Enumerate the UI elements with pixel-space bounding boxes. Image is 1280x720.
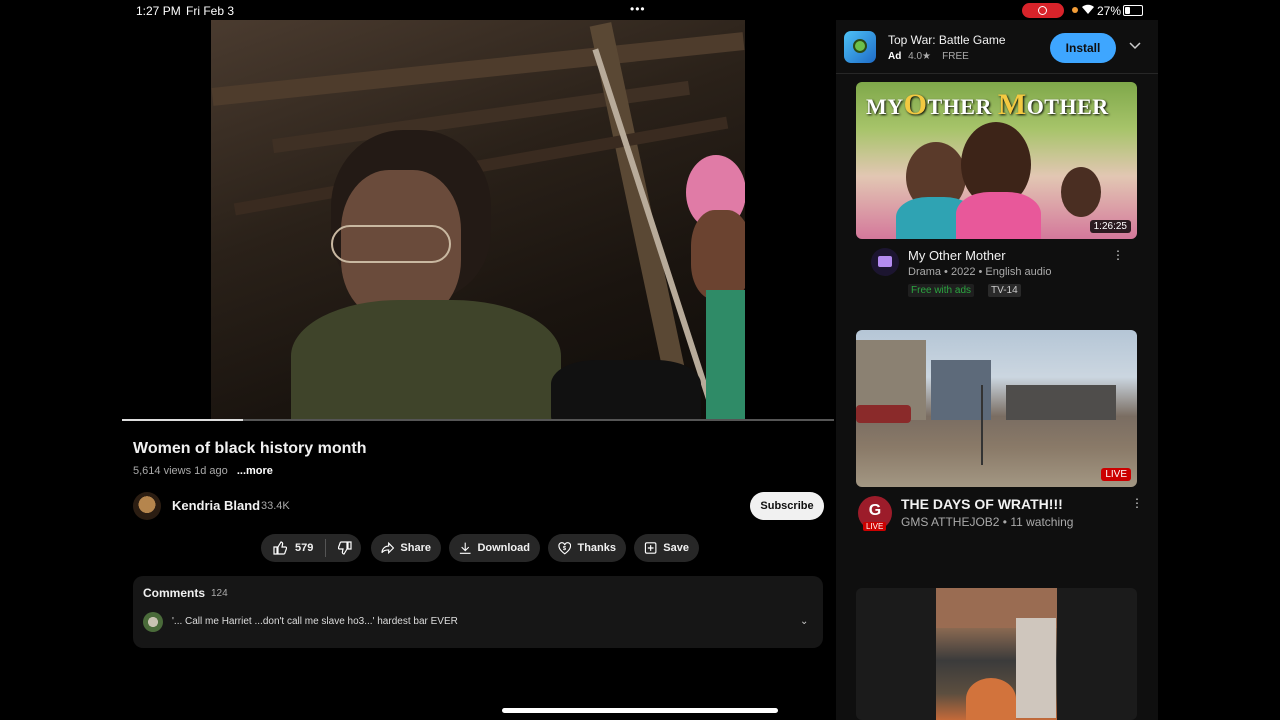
person-figure [1016, 618, 1056, 718]
save-button[interactable]: Save [634, 534, 699, 562]
ad-app-icon[interactable] [844, 31, 876, 63]
ad-price: FREE [942, 51, 969, 62]
person-figure [1061, 167, 1101, 217]
battery-percent: 27% [1097, 4, 1122, 18]
rec-video-meta: GMS ATTHEJOB2 • 11 watching [901, 515, 1074, 529]
divider [836, 73, 1158, 74]
subscriber-count: 33.4K [261, 500, 290, 512]
thanks-heart-icon: $ [558, 542, 572, 555]
status-time: 1:27 PM [136, 4, 181, 18]
comments-title: Comments [143, 586, 206, 600]
video-duration: 1:26:25 [1089, 220, 1131, 233]
screen-recording-icon[interactable] [1022, 3, 1064, 18]
save-label: Save [663, 542, 689, 554]
live-badge: LIVE [1101, 468, 1131, 481]
dislike-button[interactable] [338, 541, 352, 555]
person-figure [956, 192, 1041, 239]
save-playlist-icon [644, 542, 657, 554]
views-and-age: 5,614 views 1d ago [133, 465, 228, 477]
thumbs-up-icon [273, 541, 287, 555]
share-icon [381, 541, 395, 555]
download-icon [459, 542, 471, 554]
battery-icon [1123, 5, 1143, 16]
thumb-text: M [997, 88, 1027, 121]
comments-section[interactable] [133, 576, 823, 648]
multitasking-dots-icon[interactable]: ••• [630, 2, 646, 16]
download-button[interactable]: Download [449, 534, 540, 562]
video-meta[interactable]: 5,614 views 1d ago ...more [133, 465, 273, 477]
channel-name[interactable]: Kendria Bland [172, 498, 260, 513]
more-link[interactable]: ...more [237, 465, 273, 477]
channel-avatar[interactable] [133, 492, 161, 520]
thumbs-down-icon [338, 541, 352, 555]
rec-video-meta: Drama • 2022 • English audio [908, 266, 1052, 278]
thumbnail-title-art: MYOTHER MOTHER [866, 88, 1109, 122]
thumb-text: MY [866, 94, 904, 119]
video-title: Women of black history month [133, 440, 367, 457]
comments-count: 124 [211, 588, 228, 599]
ad-rating: 4.0★ [908, 51, 931, 62]
status-bar: 1:27 PM Fri Feb 3 ••• 27% [0, 0, 1280, 20]
ad-title[interactable]: Top War: Battle Game [888, 33, 1006, 47]
subscribe-button[interactable]: Subscribe [750, 492, 824, 520]
top-comment-text: '... Call me Harriet ...don't call me sl… [172, 616, 458, 627]
wifi-icon [1081, 3, 1095, 18]
ad-meta: Ad 4.0★ FREE [888, 51, 969, 62]
car [856, 405, 911, 423]
thumb-text: THER [927, 94, 998, 119]
thanks-button[interactable]: $ Thanks [548, 534, 626, 562]
chevron-down-icon[interactable] [1129, 39, 1141, 53]
person-figure [966, 678, 1016, 720]
more-vert-icon[interactable]: ⋮ [1131, 496, 1143, 510]
like-dislike-group: 579 [261, 534, 361, 562]
more-vert-icon[interactable]: ⋮ [1112, 248, 1124, 262]
commenter-avatar [143, 612, 163, 632]
install-button[interactable]: Install [1050, 33, 1116, 63]
like-button[interactable]: 579 [273, 541, 313, 555]
video-player[interactable] [211, 20, 745, 420]
svg-text:$: $ [563, 546, 567, 552]
video-thumbnail[interactable]: LIVE [856, 330, 1137, 487]
share-label: Share [400, 542, 431, 554]
rating-badge: TV-14 [988, 284, 1021, 297]
video-thumbnail[interactable] [936, 588, 1057, 720]
chevron-down-icon[interactable]: ⌄ [800, 616, 808, 627]
share-button[interactable]: Share [371, 534, 441, 562]
thumb-text: O [903, 88, 928, 121]
download-label: Download [477, 542, 530, 554]
sign-pole [981, 385, 983, 465]
rec-video-title[interactable]: THE DAYS OF WRATH!!! [901, 496, 1063, 512]
rec-video-title[interactable]: My Other Mother [908, 248, 1006, 263]
status-date: Fri Feb 3 [186, 4, 235, 18]
channel-live-badge: LIVE [863, 522, 887, 531]
video-thumbnail[interactable]: MYOTHER MOTHER 1:26:25 [856, 82, 1137, 239]
mic-indicator-icon [1072, 7, 1078, 13]
like-count: 579 [295, 542, 314, 554]
thanks-label: Thanks [577, 542, 616, 554]
progress-fill [122, 419, 244, 421]
like-divider [325, 539, 327, 557]
thumb-text: OTHER [1026, 94, 1109, 119]
ad-label: Ad [888, 51, 902, 62]
clapperboard-icon[interactable] [871, 248, 899, 276]
house [1006, 385, 1116, 420]
free-with-ads-badge: Free with ads [908, 284, 975, 297]
home-indicator[interactable] [502, 708, 778, 713]
